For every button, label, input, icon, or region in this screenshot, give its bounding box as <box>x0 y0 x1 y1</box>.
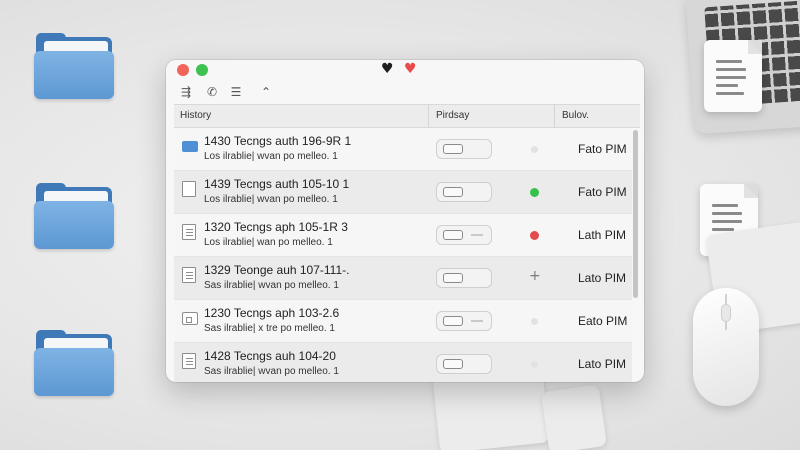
heart-icon[interactable]: ♥ <box>381 61 394 77</box>
desktop-document-icon[interactable] <box>704 40 762 112</box>
sliders-icon[interactable]: ⇶ <box>177 83 195 101</box>
history-list: 1430 Tecngs auth 196-9R 1 Los ilrablie| … <box>174 128 632 382</box>
text-document-icon <box>182 267 196 283</box>
item-toggle[interactable] <box>436 182 492 202</box>
status-dot <box>530 188 539 197</box>
item-toggle[interactable] <box>436 354 492 374</box>
image-icon <box>182 312 198 325</box>
text-icon[interactable]: ☰ <box>227 83 245 101</box>
item-time: Fato PIM <box>578 185 627 199</box>
item-title: 1230 Tecngs aph 103-2.6 <box>204 306 340 320</box>
app-window: ♥ ♥ ⇶ ✆ ☰ ⌃ History Pirdsay Bulov. 1430 … <box>166 60 644 382</box>
item-subtitle: Sas ilrablie| wvan po melleo. 1 <box>204 280 339 291</box>
item-time: Lato PIM <box>578 271 627 285</box>
list-item[interactable]: 1430 Tecngs auth 196-9R 1 Los ilrablie| … <box>174 128 632 171</box>
phone-icon[interactable]: ✆ <box>203 83 221 101</box>
item-time: Lath PIM <box>578 228 627 242</box>
status-dot <box>531 361 538 368</box>
item-toggle[interactable] <box>436 139 492 159</box>
item-subtitle: Sas ilrablie| wvan po melleo. 1 <box>204 366 339 377</box>
list-header: History Pirdsay Bulov. <box>174 104 640 128</box>
status-dot <box>531 318 538 325</box>
item-toggle[interactable] <box>436 225 492 245</box>
item-title: 1329 Teonge auh 107-111-. <box>204 263 350 277</box>
column-header-time[interactable]: Bulov. <box>562 105 589 127</box>
item-time: Lato PIM <box>578 357 627 371</box>
item-subtitle: Los ilrablie| wvan po melleo. 1 <box>204 151 338 162</box>
list-item[interactable]: 1439 Tecngs auth 105-10 1 Los ilrablie| … <box>174 171 632 214</box>
item-toggle[interactable] <box>436 311 492 331</box>
item-title: 1428 Tecngs auh 104-20 <box>204 349 336 363</box>
text-document-icon <box>182 353 196 369</box>
chevron-up-icon[interactable]: ⌃ <box>257 83 275 101</box>
column-header-name[interactable]: History <box>180 105 211 127</box>
item-time: Eato PIM <box>578 314 628 328</box>
vertical-scrollbar[interactable] <box>632 128 640 382</box>
item-toggle[interactable] <box>436 268 492 288</box>
blank-document-icon <box>182 181 196 197</box>
desktop-folder-icon[interactable] <box>34 330 114 396</box>
item-title: 1320 Tecngs aph 105-1R 3 <box>204 220 348 234</box>
list-item[interactable]: 1428 Tecngs auh 104-20 Sas ilrablie| wva… <box>174 343 632 382</box>
desktop-folder-icon[interactable] <box>34 183 114 249</box>
zoom-button[interactable] <box>196 64 208 76</box>
item-subtitle: Los ilrablie| wvan po melleo. 1 <box>204 194 338 205</box>
text-document-icon <box>182 224 196 240</box>
column-header-toggle[interactable]: Pirdsay <box>436 105 469 127</box>
list-item[interactable]: 1320 Tecngs aph 105-1R 3 Los ilrablie| w… <box>174 214 632 257</box>
status-dot <box>530 231 539 240</box>
heart-icon[interactable]: ♥ <box>404 61 417 77</box>
item-subtitle: Sas ilrablie| x tre po melleo. 1 <box>204 323 335 334</box>
desk-card <box>540 384 608 450</box>
scrollbar-thumb[interactable] <box>633 130 638 298</box>
list-item[interactable]: 1230 Tecngs aph 103-2.6 Sas ilrablie| x … <box>174 300 632 343</box>
item-subtitle: Los ilrablie| wan po melleo. 1 <box>204 237 333 248</box>
plus-icon[interactable]: + <box>529 269 541 283</box>
item-time: Fato PIM <box>578 142 627 156</box>
computer-mouse <box>693 288 759 406</box>
folder-icon <box>182 141 198 152</box>
toolbar: ⇶ ✆ ☰ ⌃ <box>166 80 644 104</box>
item-title: 1430 Tecngs auth 196-9R 1 <box>204 134 352 148</box>
desktop-folder-icon[interactable] <box>34 33 114 99</box>
title-bar[interactable]: ♥ ♥ <box>166 60 644 80</box>
status-dot <box>531 146 538 153</box>
item-title: 1439 Tecngs auth 105-10 1 <box>204 177 350 191</box>
close-button[interactable] <box>177 64 189 76</box>
list-item[interactable]: 1329 Teonge auh 107-111-. Sas ilrablie| … <box>174 257 632 300</box>
